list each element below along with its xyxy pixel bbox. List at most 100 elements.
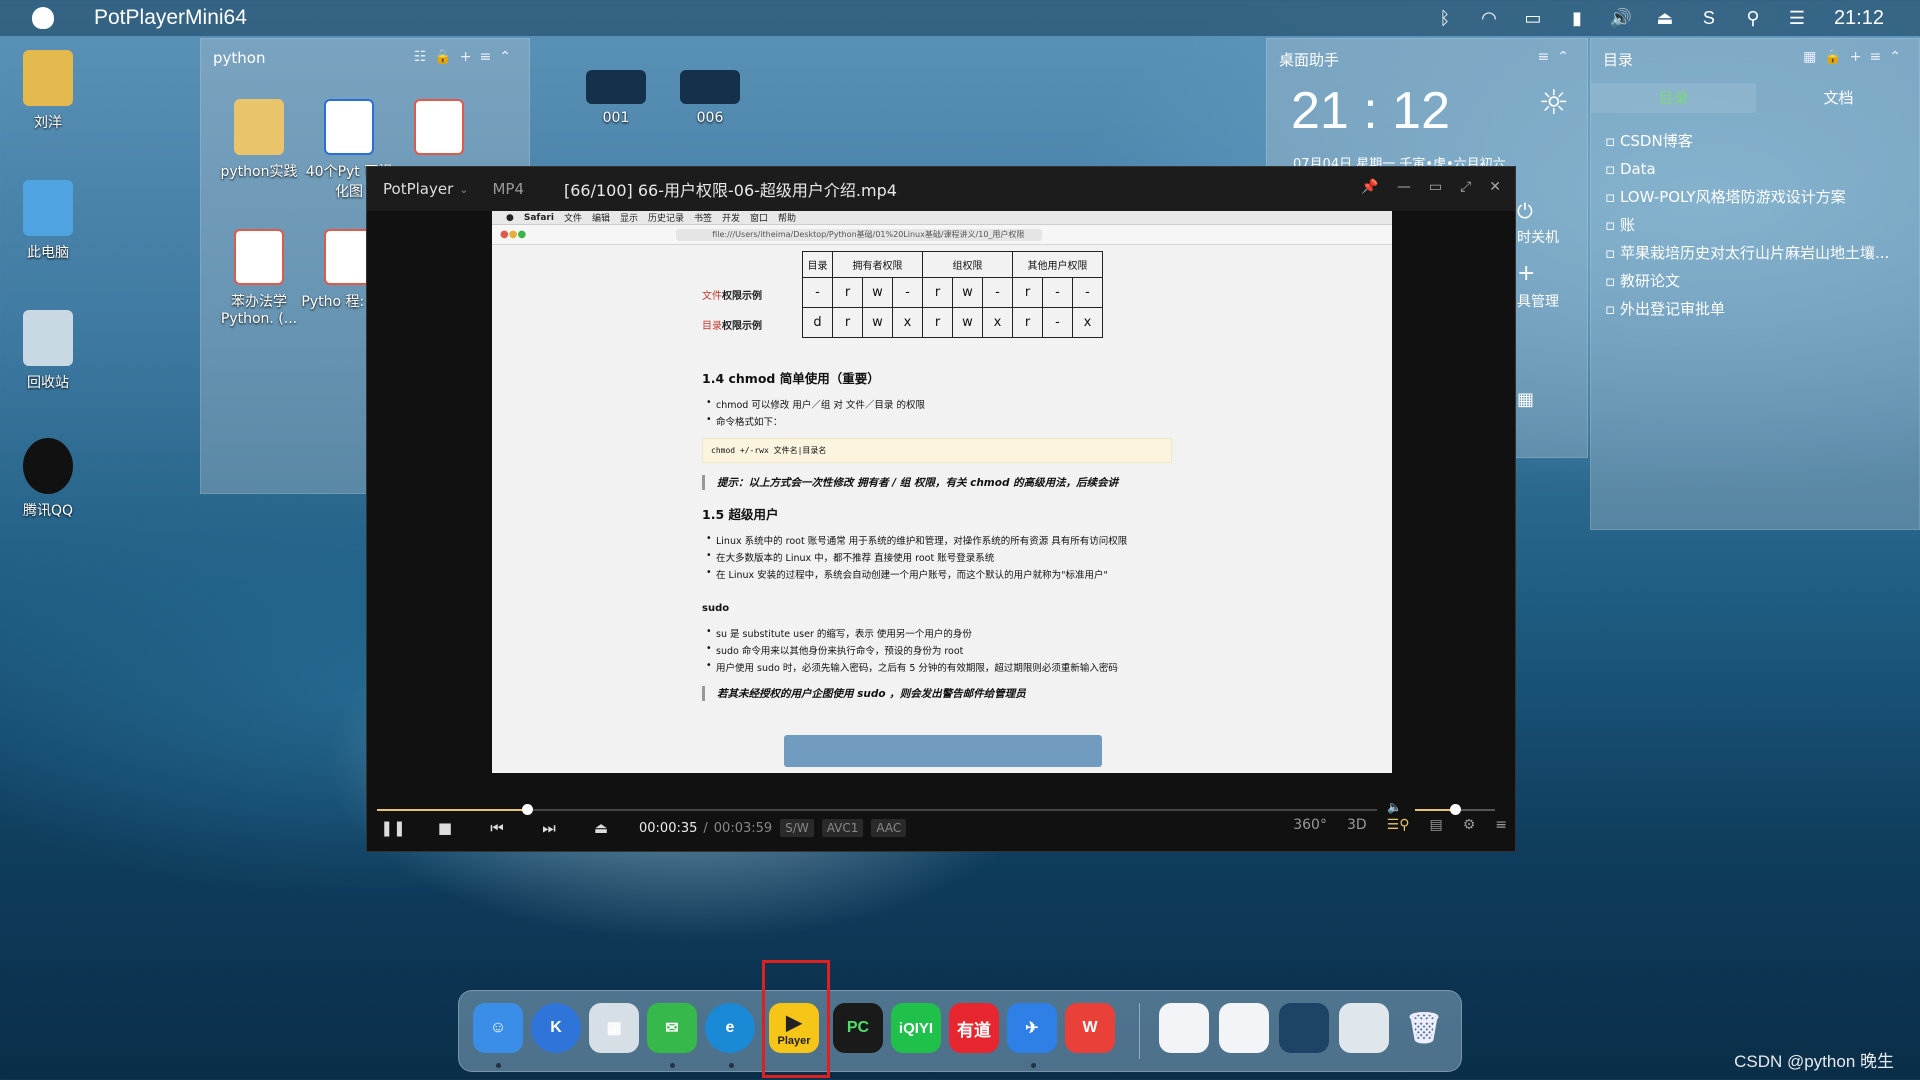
app-s-icon[interactable]: S [1696, 8, 1722, 28]
recent-doc-thumb[interactable] [1279, 1003, 1329, 1053]
k-app-icon[interactable]: K [531, 1003, 581, 1053]
vr360-icon[interactable]: 360° [1293, 817, 1327, 833]
shutdown-label[interactable]: 时关机 [1517, 227, 1559, 247]
menubar-clock[interactable]: 21:12 [1834, 7, 1884, 30]
trash-icon[interactable]: 🗑 [1399, 1003, 1449, 1053]
catalog-item[interactable]: ▫ 账 [1605, 211, 1889, 239]
image-thumbnail [586, 70, 646, 104]
tip-quote: 若其未经授权的用户企图使用 sudo ，则会发出警告邮件给管理员 [702, 686, 1162, 701]
battery-icon[interactable]: ▮ [1564, 8, 1590, 28]
next-icon[interactable]: ⏭ [523, 819, 575, 837]
list-item: 命令格式如下： [706, 414, 1162, 428]
plus-icon[interactable]: + [1517, 261, 1535, 286]
stop-icon[interactable]: ■ [419, 819, 471, 837]
desktop-icon-computer[interactable]: 此电脑 [0, 180, 96, 262]
assistant-title: 桌面助手 [1279, 51, 1340, 69]
pause-icon[interactable]: ❚❚ [367, 819, 419, 837]
desktop-icon-label: 此电脑 [27, 245, 69, 261]
desktop-icon-user[interactable]: 刘洋 [0, 50, 96, 132]
catalog-item[interactable]: ▫ 教研论文 [1605, 267, 1889, 295]
pdf-file-2[interactable]: 苯办法学 Python. (... [211, 229, 307, 327]
video-thumb-001[interactable]: 001 [568, 70, 664, 126]
bluetooth-icon[interactable]: ᛒ [1432, 8, 1458, 28]
catalog-item[interactable]: ▫ 外出登记审批单 [1605, 295, 1889, 323]
qq-penguin-icon [23, 438, 73, 494]
apple-icon[interactable] [32, 7, 54, 29]
tab-docs[interactable]: 文档 [1756, 83, 1920, 113]
settings-gear-icon[interactable]: ⚙ [1463, 817, 1476, 833]
close-icon[interactable]: ✕ [1489, 179, 1501, 195]
minimize-icon[interactable]: — [1397, 179, 1411, 195]
safari-toolbar: ● ● ● file:///Users/itheima/Desktop/Python… [492, 225, 1392, 245]
launchpad-icon[interactable]: ▦ [589, 1003, 639, 1053]
tab-catalog[interactable]: 目录 [1591, 83, 1756, 113]
wifi-icon[interactable]: ◠ [1476, 8, 1502, 28]
volume-icon[interactable]: 🔊 [1608, 8, 1634, 28]
recent-doc-thumb[interactable] [1219, 1003, 1269, 1053]
catalog-toolbar[interactable]: ▦🔒+≡⌃ [1803, 49, 1909, 65]
qr-icon[interactable]: ▦ [1517, 389, 1534, 410]
maximize-icon[interactable]: ▭ [1429, 179, 1442, 195]
file-title: [66/100] 66-用户权限-06-超级用户介绍.mp4 [564, 181, 897, 200]
chapter-icon[interactable]: ▤ [1429, 817, 1442, 833]
list-item: 在大多数版本的 Linux 中，都不推荐 直接使用 root 账号登录系统 [706, 550, 1162, 564]
chevron-down-icon[interactable]: ⌄ [459, 183, 468, 196]
video-thumb-006[interactable]: 006 [662, 70, 758, 126]
python-practice-folder[interactable]: python实践 [211, 99, 307, 181]
pdf-icon [414, 99, 464, 155]
potplayer-window: PotPlayer ⌄ MP4 [66/100] 66-用户权限-06-超级用户… [366, 166, 1516, 852]
edge-icon[interactable]: e [705, 1003, 755, 1053]
recent-doc-thumb[interactable] [1159, 1003, 1209, 1053]
window-controls: 📌 — ▭ ⤢ ✕ [1361, 179, 1501, 195]
heading-superuser: 1.5 超级用户 [702, 507, 779, 522]
video-codec-tag[interactable]: AVC1 [821, 819, 864, 837]
video-frame[interactable]: ● Safari 文件 编辑 显示 历史记录 书签 开发 窗口 帮助 ● ● ● file:///U… [492, 211, 1392, 773]
fullscreen-icon[interactable]: ⤢ [1460, 179, 1471, 195]
lesson-document: 文件权限示例 目录权限示例 目录 拥有者权限 组权限 其他用户权限 -rw-rw… [702, 251, 1172, 713]
control-center-icon[interactable]: ☰ [1784, 8, 1810, 28]
3d-icon[interactable]: 3D [1347, 817, 1367, 833]
bird-app-icon[interactable]: ✈ [1007, 1003, 1057, 1053]
dock: ☺ K ▦ ✉ e ▶ Player PC iQIYI 有道 ✈ W 🗑 [458, 990, 1462, 1072]
youdao-icon[interactable]: 有道 [949, 1003, 999, 1053]
fence-toolbar[interactable]: ☷🔒+≡⌃ [414, 49, 519, 65]
decoder-tag[interactable]: S/W [780, 819, 814, 837]
tools-label[interactable]: 具管理 [1517, 291, 1559, 311]
recent-doc-thumb[interactable] [1339, 1003, 1389, 1053]
desktop-icon-recycle[interactable]: 回收站 [0, 310, 96, 392]
pdf-file-1[interactable] [391, 99, 487, 161]
eject-icon[interactable]: ⏏ [575, 819, 627, 837]
finder-icon[interactable]: ☺ [473, 1003, 523, 1053]
power-icon[interactable]: ⏻ [1517, 199, 1533, 223]
heading-chmod: 1.4 chmod 简单使用（重要） [702, 371, 880, 386]
highlight-box [762, 960, 830, 1078]
player-titlebar[interactable]: PotPlayer ⌄ MP4 [66/100] 66-用户权限-06-超级用户… [367, 167, 1515, 211]
search-icon[interactable]: ⚲ [1740, 8, 1766, 28]
iqiyi-icon[interactable]: iQIYI [891, 1003, 941, 1053]
row-label-file: 文件权限示例 [702, 291, 762, 302]
catalog-item[interactable]: ▫ Data [1605, 155, 1889, 183]
desktop-icon-qq[interactable]: 腾讯QQ [0, 438, 96, 520]
playlist-search-icon[interactable]: ☰⚲ [1387, 817, 1410, 833]
catalog-title: 目录 [1603, 51, 1634, 69]
pycharm-icon[interactable]: PC [833, 1003, 883, 1053]
assistant-toolbar[interactable]: ≡⌃ [1538, 49, 1577, 65]
active-app-name[interactable]: PotPlayerMini64 [94, 6, 247, 30]
pin-icon[interactable]: 📌 [1361, 179, 1378, 195]
audio-codec-tag[interactable]: AAC [871, 819, 907, 837]
menu-icon[interactable]: ≡ [1495, 817, 1507, 833]
display-icon[interactable]: ▭ [1520, 8, 1546, 28]
wps-icon[interactable]: W [1065, 1003, 1115, 1053]
catalog-tabs: 目录 文档 [1591, 83, 1920, 113]
previous-icon[interactable]: ⏮ [471, 819, 523, 837]
catalog-item[interactable]: ▫ LOW-POLY风格塔防游戏设计方案 [1605, 183, 1889, 211]
player-menu-button[interactable]: PotPlayer [383, 180, 453, 198]
catalog-item[interactable]: ▫ CSDN博客 [1605, 127, 1889, 155]
catalog-item[interactable]: ▫ 苹果栽培历史对太行山片麻岩山地土壤... [1605, 239, 1889, 267]
sun-weather-icon: ☼ [1538, 83, 1569, 123]
wechat-icon[interactable]: ✉ [647, 1003, 697, 1053]
player-controls: ❚❚ ■ ⏮ ⏭ ⏏ 00:00:35/00:03:59 S/W AVC1 AA… [367, 803, 1517, 853]
computer-icon [23, 180, 73, 236]
sudo-heading: sudo [702, 603, 730, 614]
eject-icon[interactable]: ⏏ [1652, 8, 1678, 28]
